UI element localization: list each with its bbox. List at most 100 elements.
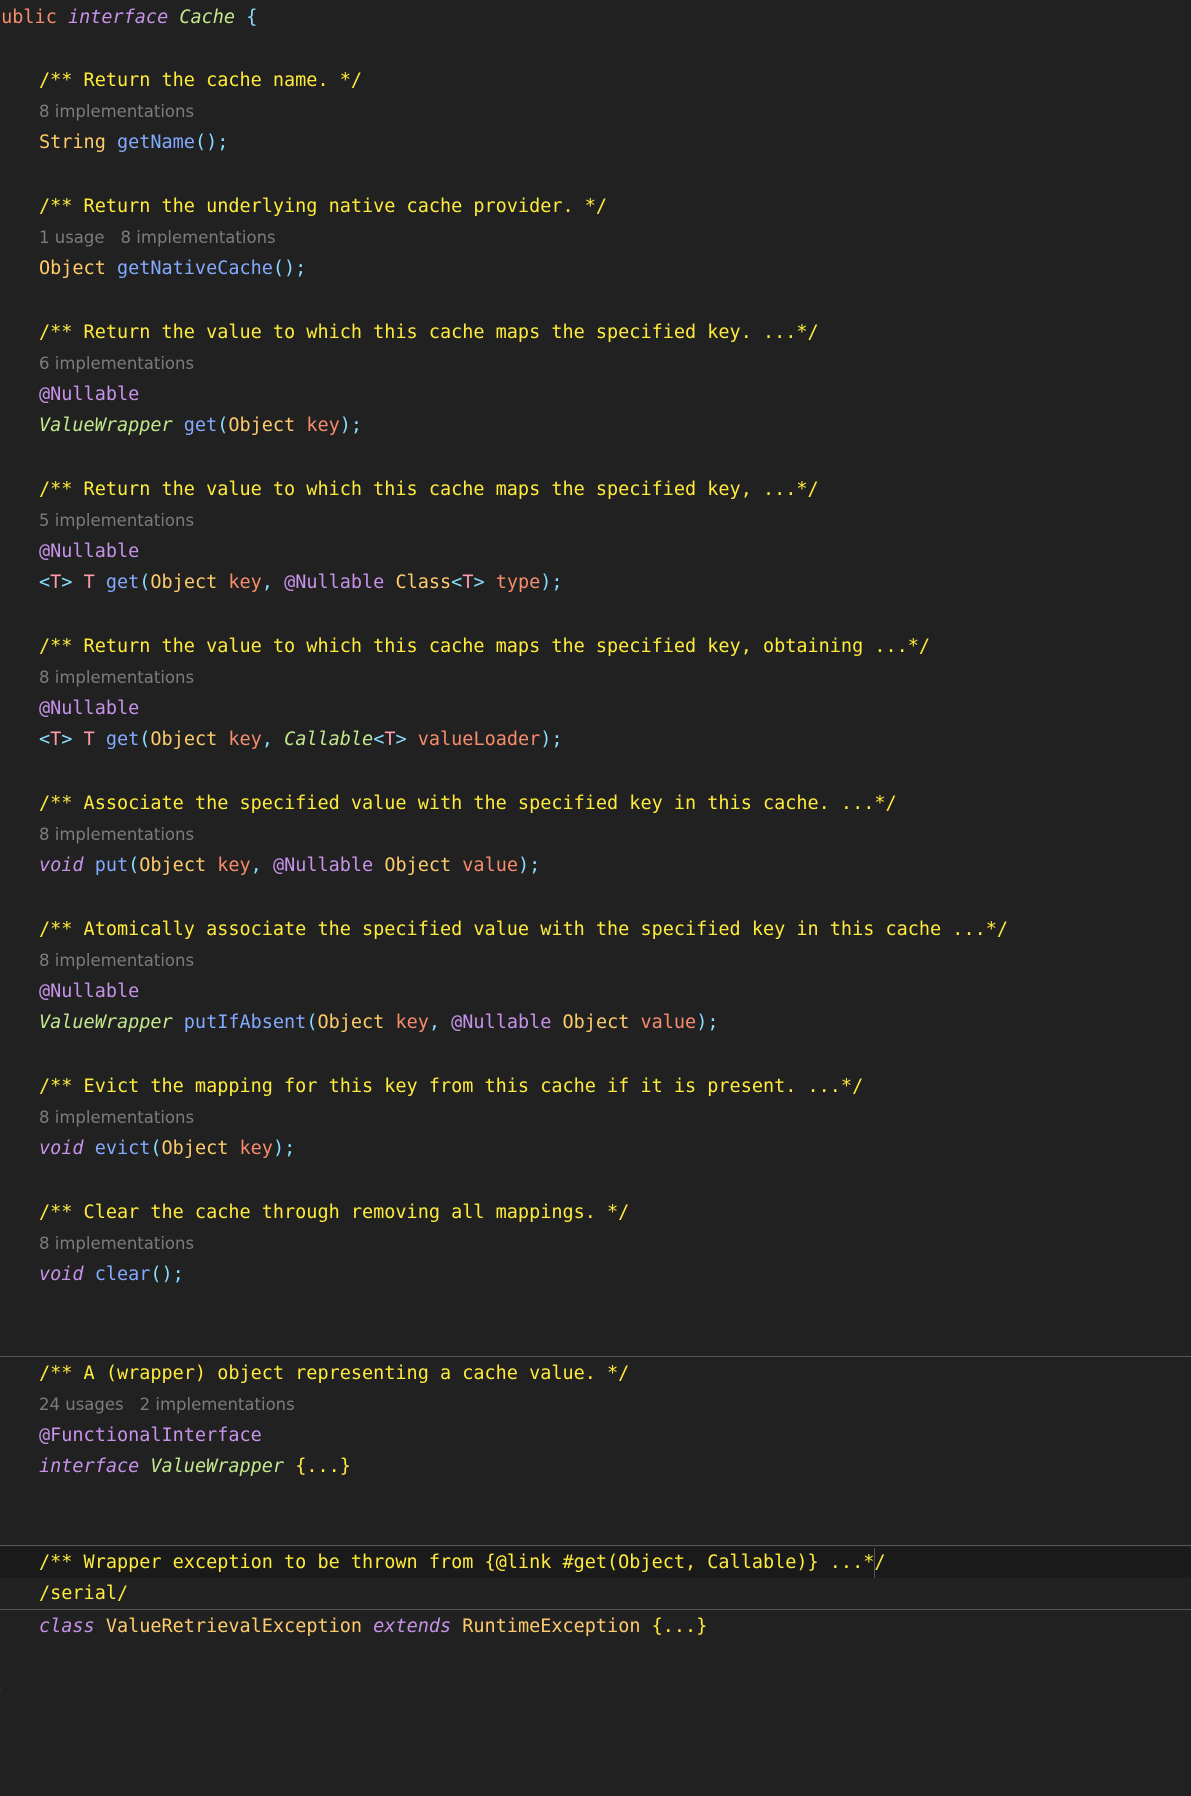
interface-name[interactable]: ValueWrapper: [150, 1456, 284, 1477]
method-signature[interactable]: void clear();: [0, 1259, 1191, 1290]
param-name: key: [306, 415, 340, 436]
annotation[interactable]: @Nullable: [0, 693, 1191, 724]
implementations-hint[interactable]: 8 implementations: [39, 825, 194, 844]
doc-comment[interactable]: /** Return the cache name. */: [0, 65, 1191, 96]
method-signature[interactable]: <T> T get(Object key, @Nullable Class<T>…: [0, 567, 1191, 598]
param-type[interactable]: Class: [395, 572, 451, 593]
punctuation: ();: [194, 132, 229, 153]
param-type[interactable]: Object: [228, 415, 295, 436]
code-vision-hint[interactable]: 8 implementations: [0, 96, 1191, 127]
parent-class[interactable]: RuntimeException: [462, 1616, 640, 1637]
doc-comment[interactable]: /** Evict the mapping for this key from …: [0, 1071, 1191, 1102]
return-type[interactable]: Object: [39, 258, 106, 279]
usages-hint[interactable]: 24 usages: [39, 1395, 124, 1414]
method-signature[interactable]: ValueWrapper putIfAbsent(Object key, @Nu…: [0, 1007, 1191, 1038]
doc-comment[interactable]: /** Clear the cache through removing all…: [0, 1197, 1191, 1228]
code-vision-hint[interactable]: 8 implementations: [0, 662, 1191, 693]
punctuation: (: [128, 855, 140, 876]
annotation[interactable]: @FunctionalInterface: [0, 1420, 1191, 1451]
method-signature[interactable]: void evict(Object key);: [0, 1133, 1191, 1164]
code-vision-hint[interactable]: 8 implementations: [0, 819, 1191, 850]
doc-comment[interactable]: /** Return the value to which this cache…: [0, 474, 1191, 505]
doc-comment[interactable]: /** A (wrapper) object representing a ca…: [0, 1358, 1191, 1389]
return-type[interactable]: ValueWrapper: [39, 415, 173, 436]
param-type[interactable]: Object: [139, 855, 206, 876]
code-vision-hint[interactable]: 8 implementations: [0, 945, 1191, 976]
return-type[interactable]: String: [39, 132, 106, 153]
param-type[interactable]: Object: [150, 572, 217, 593]
method-name[interactable]: put: [95, 855, 128, 876]
method-name[interactable]: clear: [95, 1264, 151, 1285]
method-signature[interactable]: void put(Object key, @Nullable Object va…: [0, 850, 1191, 881]
implementations-hint[interactable]: 8 implementations: [39, 668, 194, 687]
implementations-hint[interactable]: 6 implementations: [39, 354, 194, 373]
interface-name[interactable]: Cache: [179, 7, 235, 28]
param-name: value: [462, 855, 518, 876]
param-name: value: [640, 1012, 697, 1033]
implementations-hint[interactable]: 8 implementations: [39, 102, 194, 121]
interface-declaration[interactable]: public interface Cache {: [0, 2, 1191, 33]
method-signature[interactable]: <T> T get(Object key, Callable<T> valueL…: [0, 724, 1191, 755]
class-name[interactable]: ValueRetrievalException: [106, 1616, 362, 1637]
return-type[interactable]: ValueWrapper: [39, 1012, 173, 1033]
method-name[interactable]: evict: [95, 1138, 151, 1159]
param-annotation[interactable]: @Nullable: [284, 572, 384, 593]
doc-comment[interactable]: /** Return the value to which this cache…: [0, 631, 1191, 662]
param-type[interactable]: Object: [317, 1012, 384, 1033]
type-parameter: T: [462, 572, 474, 593]
code-vision-hint[interactable]: 8 implementations: [0, 1228, 1191, 1259]
section-separator: [0, 1356, 1191, 1357]
method-name[interactable]: getName: [117, 132, 195, 153]
type-parameter: T: [50, 729, 62, 750]
code-vision-hint[interactable]: 5 implementations: [0, 505, 1191, 536]
param-type[interactable]: Object: [384, 855, 451, 876]
code-vision-hint[interactable]: 24 usages 2 implementations: [0, 1389, 1191, 1420]
method-signature[interactable]: Object getNativeCache();: [0, 253, 1191, 284]
param-name: valueLoader: [417, 729, 541, 750]
implementations-hint[interactable]: 8 implementations: [121, 228, 276, 247]
annotation[interactable]: @Nullable: [0, 536, 1191, 567]
doc-comment[interactable]: /** Return the value to which this cache…: [0, 317, 1191, 348]
param-annotation[interactable]: @Nullable: [451, 1012, 551, 1033]
method-name[interactable]: putIfAbsent: [184, 1012, 307, 1033]
punctuation: (: [139, 572, 151, 593]
method-signature[interactable]: ValueWrapper get(Object key);: [0, 410, 1191, 441]
code-vision-hint[interactable]: 6 implementations: [0, 348, 1191, 379]
method-name[interactable]: get: [106, 729, 139, 750]
annotation[interactable]: @Nullable: [0, 379, 1191, 410]
code-vision-hint[interactable]: 8 implementations: [0, 1102, 1191, 1133]
return-type: void: [39, 855, 84, 876]
doc-comment[interactable]: /** Atomically associate the specified v…: [0, 914, 1191, 945]
code-vision-hint[interactable]: 1 usage 8 implementations: [0, 222, 1191, 253]
annotation[interactable]: @Nullable: [0, 976, 1191, 1007]
param-type[interactable]: Object: [563, 1012, 630, 1033]
implementations-hint[interactable]: 8 implementations: [39, 1234, 194, 1253]
method-name[interactable]: get: [184, 415, 217, 436]
param-type[interactable]: Object: [150, 729, 217, 750]
nested-interface-declaration[interactable]: interface ValueWrapper {...}: [0, 1451, 1191, 1482]
method-name[interactable]: get: [106, 572, 139, 593]
doc-comment[interactable]: /** Wrapper exception to be thrown from …: [0, 1547, 1191, 1578]
implementations-hint[interactable]: 5 implementations: [39, 511, 194, 530]
implementations-hint[interactable]: 8 implementations: [39, 951, 194, 970]
nested-class-declaration[interactable]: class ValueRetrievalException extends Ru…: [0, 1611, 1191, 1642]
open-brace: {: [246, 7, 258, 28]
param-name: key: [395, 1012, 429, 1033]
doc-comment[interactable]: /** Associate the specified value with t…: [0, 788, 1191, 819]
folded-body[interactable]: {...}: [295, 1456, 351, 1477]
interface-keyword: interface: [67, 7, 169, 28]
folded-body[interactable]: {...}: [652, 1616, 708, 1637]
param-type[interactable]: Callable: [284, 729, 373, 750]
doc-comment[interactable]: /** Return the underlying native cache p…: [0, 191, 1191, 222]
usages-hint[interactable]: 1 usage: [39, 228, 105, 247]
method-signature[interactable]: String getName();: [0, 127, 1191, 158]
punctuation: );: [540, 572, 563, 593]
punctuation: >: [395, 729, 407, 750]
caret-line-marker: [874, 1548, 875, 1578]
method-name[interactable]: getNativeCache: [117, 258, 273, 279]
implementations-hint[interactable]: 8 implementations: [39, 1108, 194, 1127]
implementations-hint[interactable]: 2 implementations: [140, 1395, 295, 1414]
param-annotation[interactable]: @Nullable: [273, 855, 373, 876]
punctuation: ,: [261, 729, 285, 750]
param-type[interactable]: Object: [162, 1138, 229, 1159]
